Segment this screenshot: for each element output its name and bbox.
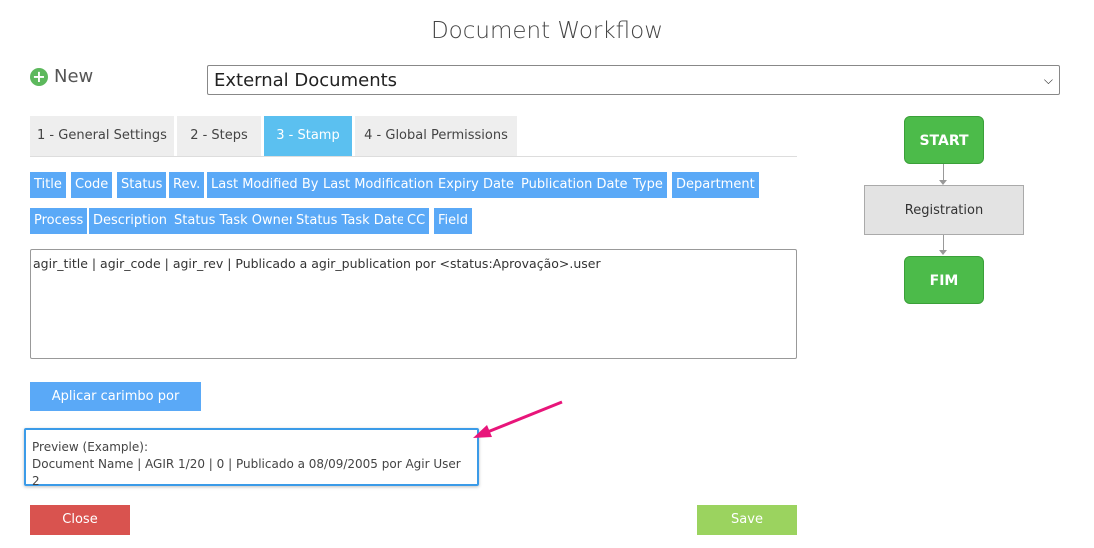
preview-text: Document Name | AGIR 1/20 | 0 | Publicad… [32,457,461,488]
tag-expiry-date[interactable]: Expiry Date [434,172,519,198]
preview-box: Preview (Example): Document Name | AGIR … [24,428,479,488]
tab-global-permissions[interactable]: 4 - Global Permissions [355,116,517,156]
tab-steps[interactable]: 2 - Steps [177,116,261,156]
chevron-down-icon: ⌵ [1043,72,1053,87]
new-button-label: New [54,66,94,87]
tag-cc[interactable]: CC [403,208,430,234]
stamp-textarea[interactable]: agir_title | agir_code | agir_rev | Publ… [30,249,797,359]
arrow-down-icon [939,250,947,255]
plus-circle-icon: + [30,67,48,86]
tag-type[interactable]: Type [629,172,667,198]
tag-status-task-date[interactable]: Status Task Date [292,208,409,234]
tag-status[interactable]: Status [117,172,167,198]
tag-status-task-owner[interactable]: Status Task Owner [170,208,299,234]
workflow-connector [943,164,944,180]
workflow-connector [943,235,944,250]
tab-general-settings[interactable]: 1 - General Settings [30,116,174,156]
tag-title[interactable]: Title [30,172,66,198]
workflow-node-start[interactable]: START [904,116,984,164]
tag-publication-date[interactable]: Publication Date [517,172,632,198]
preview-heading: Preview (Example): [32,440,148,454]
tag-last-modification[interactable]: Last Modification [319,172,438,198]
tag-process[interactable]: Process [30,208,88,234]
workflow-select-value: External Documents [214,69,398,91]
workflow-node-registration[interactable]: Registration [864,185,1024,235]
tab-bar: 1 - General Settings 2 - Steps 3 - Stamp… [30,116,797,157]
workflow-node-end[interactable]: FIM [904,256,984,304]
tag-department[interactable]: Department [672,172,759,198]
tag-code[interactable]: Code [71,172,113,198]
new-button[interactable]: + New [30,66,93,87]
tag-rev[interactable]: Rev. [169,172,205,198]
tag-last-modified-by[interactable]: Last Modified By [207,172,323,198]
save-button[interactable]: Save [697,505,797,535]
apply-default-stamp-button[interactable]: Aplicar carimbo por defeito [30,382,201,433]
tag-description[interactable]: Description [89,208,172,234]
workflow-select[interactable]: External Documents ⌵ [207,65,1060,95]
close-button[interactable]: Close [30,505,130,535]
annotation-arrow-icon [473,400,563,438]
tab-stamp[interactable]: 3 - Stamp [264,116,352,156]
tag-field[interactable]: Field [434,208,473,234]
page-title: Document Workflow [430,18,664,44]
